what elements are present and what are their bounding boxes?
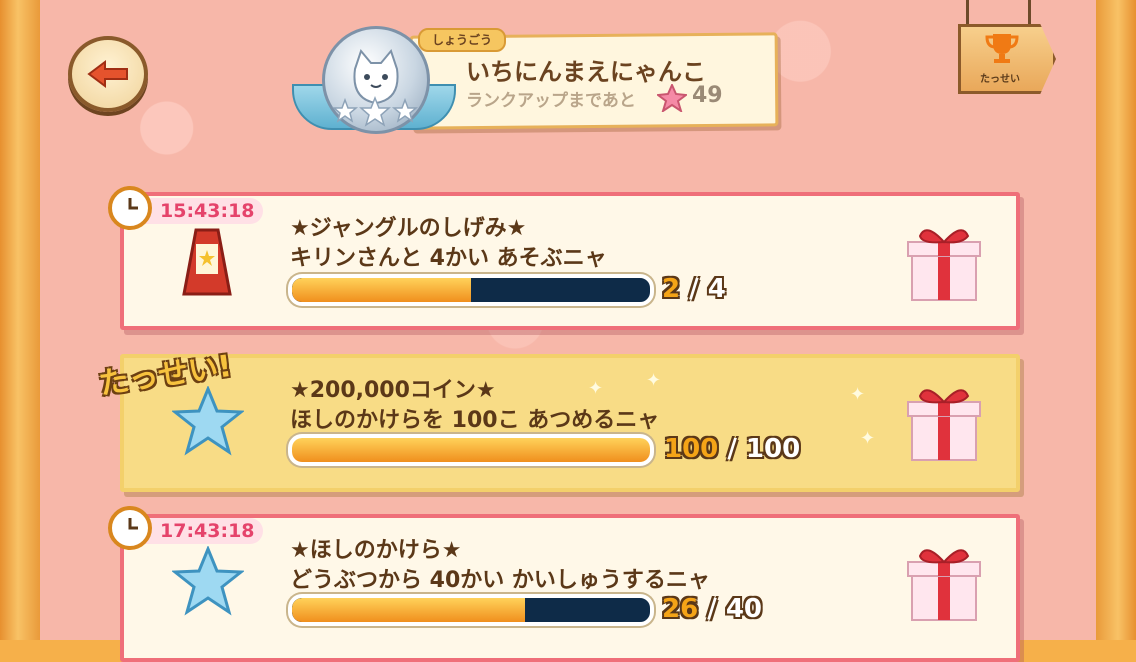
progress-current-1: 2	[662, 274, 681, 304]
star-icon	[172, 386, 244, 456]
progress-total-1: 4	[707, 274, 726, 304]
sign-chain-right	[1028, 0, 1031, 28]
progress-total-3: 40	[725, 594, 762, 624]
pink-star-icon	[657, 84, 687, 112]
sign-chain-left	[966, 0, 969, 28]
mission-title-1: ★ジャングルのしげみ★	[290, 216, 527, 241]
left-frame	[0, 0, 40, 640]
clock-icon	[108, 506, 152, 550]
progress-sep-3: /	[707, 594, 717, 624]
mission-title-3: ★ほしのかけら★	[290, 538, 462, 563]
gift-box-icon[interactable]	[904, 540, 984, 624]
rank-up-remaining: 49	[692, 83, 723, 108]
mission-desc-2: ほしのかけらを 100こ あつめるニャ	[290, 408, 660, 433]
progress-total-2: 100	[745, 434, 801, 464]
progress-count-2: 100 / 100	[664, 434, 800, 464]
progress-sep-2: /	[727, 434, 737, 464]
mission-desc-1: キリンさんと 4かい あそぶニャ	[290, 246, 607, 271]
gift-box-icon[interactable]	[904, 220, 984, 304]
sparkle-icon: ✦	[588, 378, 604, 399]
sparkle-icon: ✦	[646, 370, 662, 391]
rank-up-label: ランクアップまであと	[466, 91, 636, 111]
back-button[interactable]	[68, 36, 148, 112]
progress-current-3: 26	[662, 594, 699, 624]
progress-count-3: 26 / 40	[662, 594, 762, 624]
clock-icon	[108, 186, 152, 230]
progress-bar-1	[288, 274, 654, 306]
progress-count-1: 2 / 4	[662, 274, 726, 304]
achievement-sign-label: たっせい	[980, 74, 1020, 85]
trophy-icon	[985, 34, 1019, 63]
right-frame	[1096, 0, 1136, 640]
progress-bar-2	[288, 434, 654, 466]
back-arrow-icon	[87, 60, 128, 88]
progress-fill-1	[292, 278, 471, 302]
gift-box-icon[interactable]	[904, 380, 984, 464]
rank-name: いちにんまえにゃんこ	[466, 58, 706, 86]
mission-desc-3: どうぶつから 40かい かいしゅうするニャ	[290, 568, 710, 593]
mission-title-2: ★200,000コイン★	[290, 378, 496, 403]
progress-bar-3	[288, 594, 654, 626]
medal-stars-icon	[331, 96, 419, 127]
sparkle-icon: ✦	[850, 384, 866, 405]
progress-current-2: 100	[664, 434, 719, 464]
title-tag: しょうごう	[418, 28, 507, 52]
sparkle-icon: ✦	[860, 428, 876, 449]
progress-sep-1: /	[689, 274, 699, 304]
star-icon	[172, 546, 244, 616]
signboard-icon	[182, 228, 232, 296]
progress-fill-2	[292, 438, 650, 462]
progress-fill-3	[292, 598, 525, 622]
